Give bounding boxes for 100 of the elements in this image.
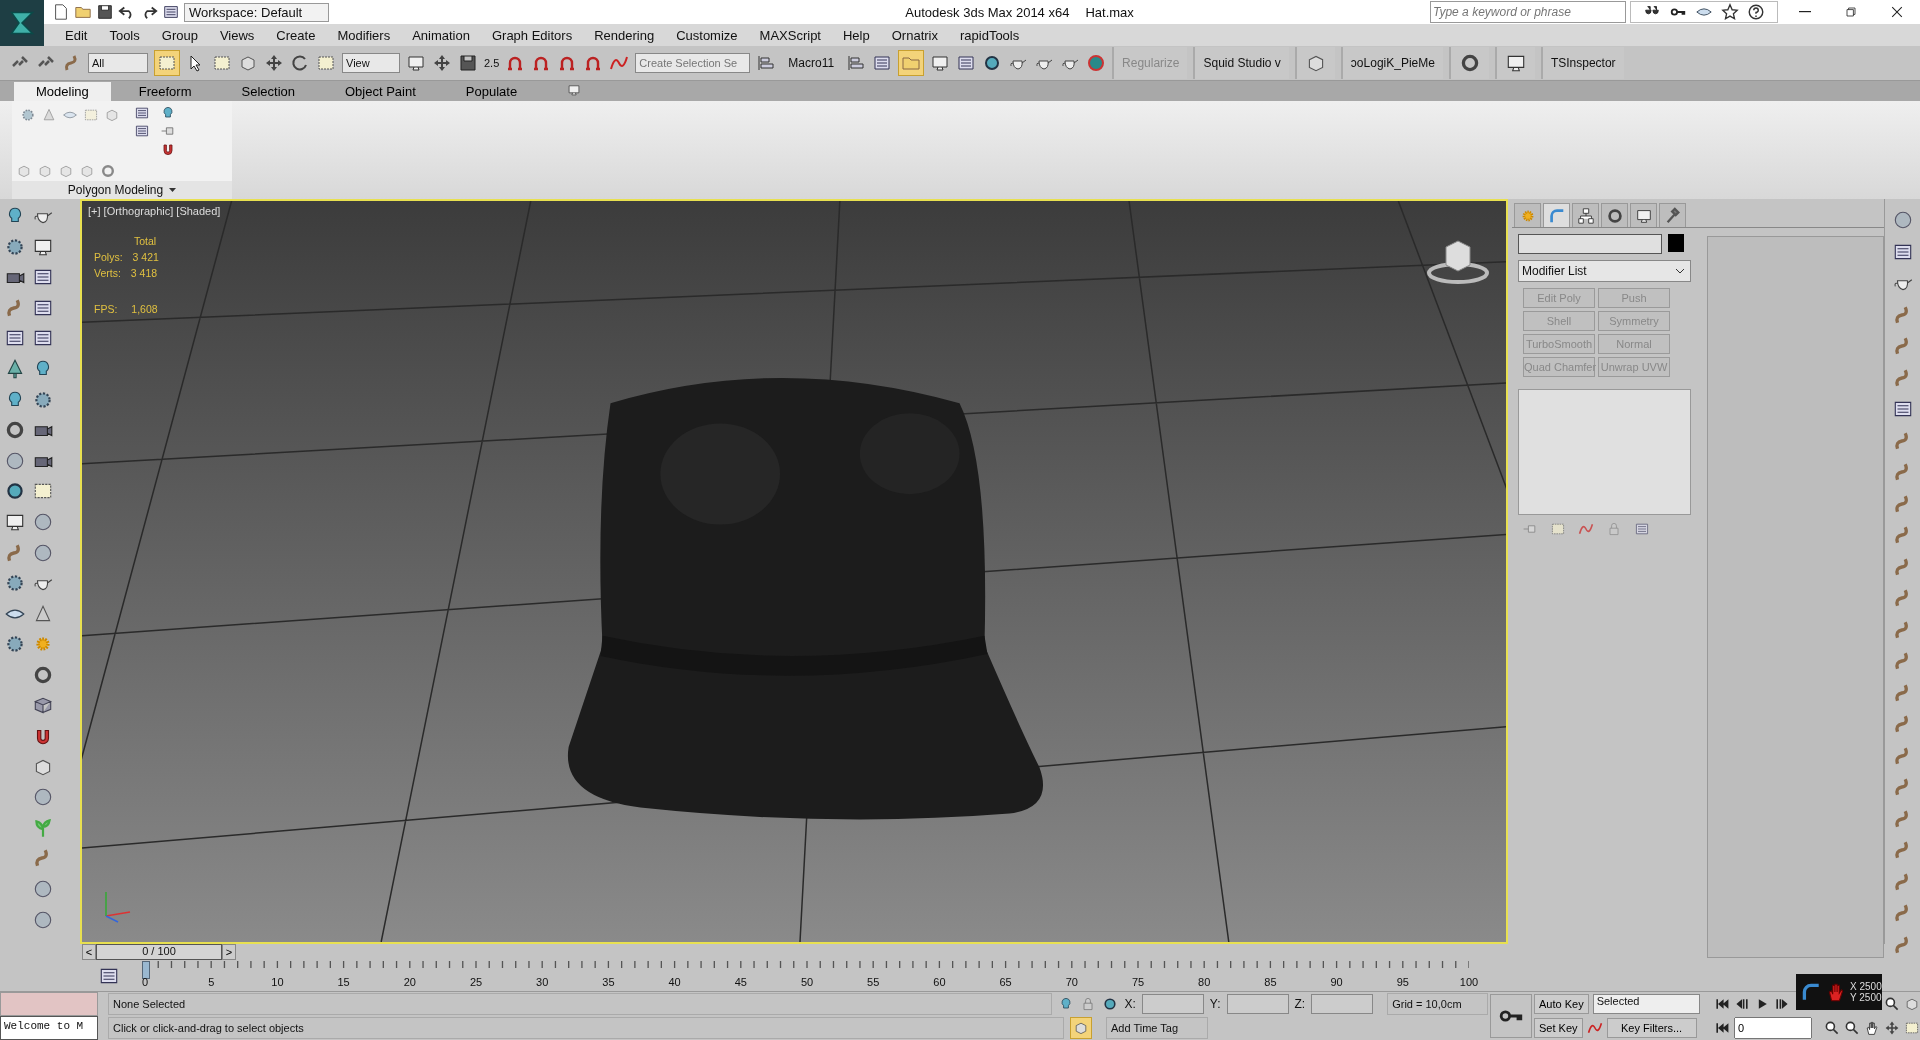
frame-number: 20 [403, 976, 416, 988]
search-field[interactable]: Type a keyword or phrase [1430, 1, 1626, 23]
previous-frame-icon[interactable] [1734, 996, 1750, 1012]
plugin-button[interactable]: TSInspector [1540, 47, 1624, 79]
menu-item[interactable]: Tools [98, 27, 151, 43]
monitor-icon[interactable] [930, 53, 951, 73]
menu-item[interactable]: Graph Editors [480, 27, 584, 43]
save-icon[interactable] [96, 3, 114, 21]
zoom-icon[interactable] [1844, 1020, 1860, 1036]
listener-error-field[interactable] [0, 992, 98, 1016]
menu-item[interactable]: Rendering [583, 27, 666, 43]
set-key-button[interactable]: Set Key [1534, 1018, 1583, 1038]
key-filters-button[interactable]: Key Filters... [1606, 1018, 1697, 1038]
circle-ring-icon[interactable] [100, 163, 116, 179]
zoom-icon[interactable] [1824, 1020, 1840, 1036]
zoom-icon[interactable] [1884, 996, 1900, 1012]
ribbon-tab[interactable]: Populate [443, 82, 540, 101]
workspace-dropdown[interactable]: Workspace: Default [184, 2, 330, 22]
rotate-icon[interactable] [290, 53, 310, 73]
current-frame-marker[interactable] [142, 961, 150, 979]
cone-icon[interactable] [41, 107, 57, 123]
viewport-label[interactable]: [+] [Orthographic] [Shaded] [88, 205, 221, 217]
menu-item[interactable]: Ornatrix [880, 27, 949, 43]
curve-icon[interactable] [1578, 521, 1594, 537]
next-frame-button[interactable]: > [222, 944, 236, 960]
monitor-icon[interactable] [406, 53, 426, 73]
magnet-icon[interactable] [160, 141, 176, 157]
menu-item[interactable]: rapidTools [948, 27, 1031, 43]
save-icon[interactable] [458, 53, 478, 73]
selection-filter-dropdown[interactable]: All [88, 53, 148, 73]
curve-icon[interactable] [1586, 1020, 1603, 1036]
star-icon[interactable] [1721, 3, 1739, 21]
bulb-icon[interactable] [160, 105, 176, 121]
ribbon-tab[interactable]: Selection [219, 82, 317, 101]
go-to-start-icon[interactable] [1714, 1020, 1730, 1036]
rect-icon[interactable] [1904, 1020, 1920, 1036]
gear-icon[interactable] [20, 107, 36, 123]
help-icon[interactable] [1747, 3, 1765, 21]
selection-status: None Selected [108, 993, 1053, 1015]
stat-label: Verts: [94, 267, 121, 279]
color-swatch[interactable] [1668, 234, 1684, 252]
menu-item[interactable]: Customize [665, 27, 749, 43]
go-to-start-icon[interactable] [1714, 996, 1730, 1012]
file-icon[interactable] [52, 3, 70, 21]
rect-icon[interactable] [316, 53, 336, 73]
current-frame-field[interactable]: 0 [1734, 1017, 1812, 1039]
plugin-button[interactable]: Squid Studio v [1193, 47, 1289, 79]
menu-item[interactable]: Group [150, 27, 209, 43]
command-panel-tab[interactable] [1572, 203, 1599, 227]
ribbon-tab[interactable]: Object Paint [323, 82, 438, 101]
command-panel-tab[interactable] [1630, 203, 1657, 227]
modifier-stack-list[interactable] [1518, 389, 1692, 515]
fps-value: 1,608 [131, 303, 158, 315]
modifier-list-dropdown[interactable]: Modifier List [1518, 260, 1692, 282]
command-panel-tab[interactable] [1659, 203, 1686, 227]
y-coordinate-field[interactable] [1226, 994, 1289, 1014]
align-icon[interactable] [756, 53, 777, 73]
listener-field[interactable]: Welcome to M [0, 1016, 98, 1040]
fps-label: FPS: [94, 303, 118, 315]
menu-item[interactable]: Modifiers [326, 27, 402, 43]
named-selection-field[interactable]: Create Selection Se [635, 53, 751, 73]
spiral-icon[interactable] [1086, 53, 1107, 73]
object-name-field[interactable] [1518, 234, 1662, 254]
set-key-big-button[interactable] [1490, 994, 1532, 1038]
plugin-button[interactable]: ɔoLogiK_PieMe [1340, 47, 1443, 79]
auto-key-button[interactable]: Auto Key [1534, 994, 1589, 1014]
frame-number: 55 [867, 976, 880, 988]
menu-item[interactable]: Views [208, 27, 266, 43]
cube-icon[interactable] [1073, 1020, 1089, 1036]
move-icon[interactable] [264, 53, 284, 73]
panel-label-button[interactable]: Polygon Modeling [12, 181, 232, 199]
ribbon-tab[interactable]: Freeform [116, 82, 214, 101]
move-icon[interactable] [1884, 1020, 1900, 1036]
list-icon[interactable] [134, 123, 150, 139]
list-icon[interactable] [134, 105, 150, 121]
reference-coordinate-dropdown[interactable]: View [342, 53, 400, 73]
rect-icon[interactable] [212, 53, 232, 73]
macro-button[interactable]: Macro11 [782, 56, 841, 70]
menu-item[interactable]: Edit [54, 27, 99, 43]
circle-ring-icon [1605, 206, 1624, 225]
menu-item[interactable]: Help [832, 27, 881, 43]
list-icon[interactable] [162, 3, 180, 21]
add-time-tag-button[interactable]: Add Time Tag [1106, 1017, 1208, 1039]
command-panel-tab[interactable] [1601, 203, 1628, 227]
menu-item[interactable]: Create [265, 27, 327, 43]
next-frame-icon[interactable] [1774, 996, 1790, 1012]
align-icon[interactable] [846, 53, 867, 73]
previous-frame-button[interactable]: < [82, 944, 96, 960]
frame-number: 90 [1330, 976, 1343, 988]
ribbon-tab[interactable]: Modeling [14, 82, 111, 101]
z-coordinate-field[interactable] [1311, 994, 1374, 1014]
menu-item[interactable]: Animation [401, 27, 481, 43]
minimize-icon [1799, 11, 1811, 13]
hand-icon[interactable] [1864, 1020, 1880, 1036]
key-mode-dropdown[interactable]: Selected [1592, 994, 1700, 1014]
x-coordinate-field[interactable] [1141, 994, 1204, 1014]
move-icon[interactable] [432, 53, 452, 73]
time-slider-thumb[interactable]: 0 / 100 [96, 944, 222, 960]
app-logo-button[interactable] [0, 0, 44, 46]
menu-item[interactable]: MAXScript [748, 27, 832, 43]
